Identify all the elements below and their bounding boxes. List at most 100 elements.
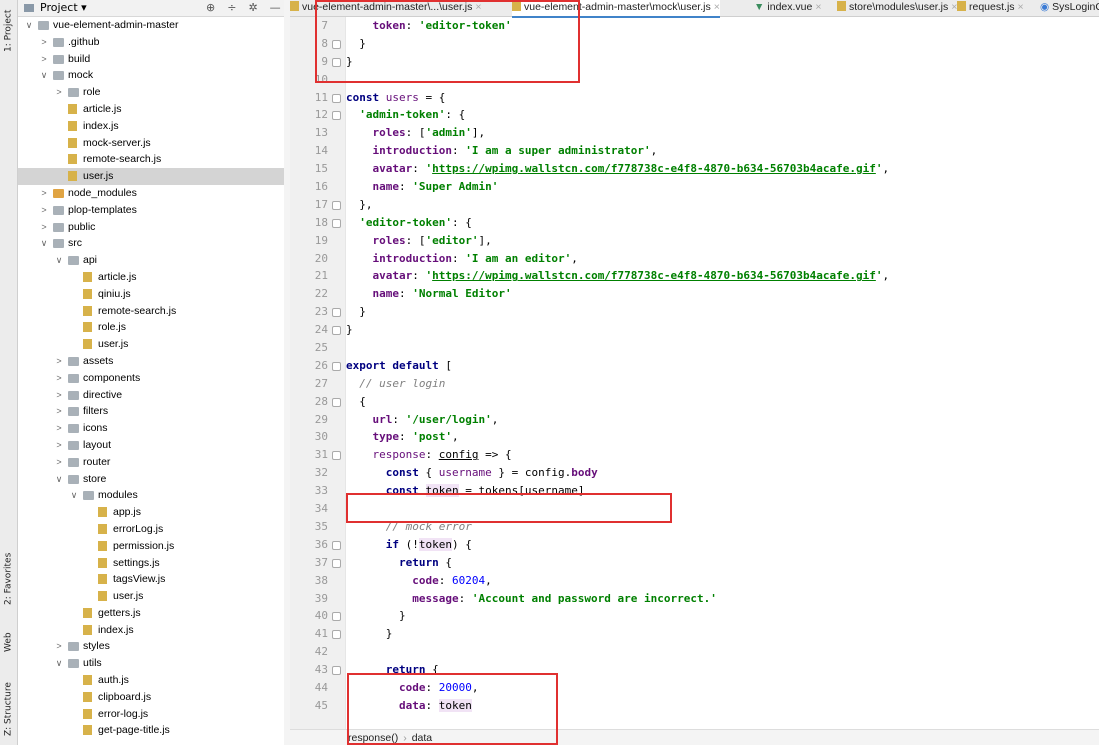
structure-tool-button[interactable]: Z: Structure	[0, 675, 17, 743]
tree-item[interactable]: article.js	[18, 269, 284, 286]
tree-item[interactable]: > directive	[18, 387, 284, 404]
tree-item[interactable]: user.js	[18, 336, 284, 353]
editor-tab[interactable]: ◉ SysLoginC	[1040, 0, 1099, 16]
tree-item[interactable]: ∨ src	[18, 235, 284, 252]
tree-item[interactable]: > styles	[18, 638, 284, 655]
fold-icon[interactable]	[332, 326, 341, 336]
fold-icon[interactable]	[332, 200, 341, 210]
tree-item[interactable]: > filters	[18, 403, 284, 420]
code-editor[interactable]: token: 'editor-token' }} const users = { …	[346, 17, 1099, 729]
tree-item[interactable]: > assets	[18, 353, 284, 370]
tree-item[interactable]: tagsView.js	[18, 571, 284, 588]
chevron-down-icon[interactable]: ∨	[39, 235, 49, 252]
chevron-right-icon[interactable]: >	[54, 454, 64, 471]
fold-icon[interactable]	[332, 93, 341, 103]
fold-icon[interactable]	[332, 630, 341, 640]
tree-item[interactable]: get-page-title.js	[18, 722, 284, 739]
tree-item[interactable]: role.js	[18, 319, 284, 336]
tree-item[interactable]: user.js	[18, 588, 284, 605]
tree-item[interactable]: errorLog.js	[18, 521, 284, 538]
tree-item[interactable]: qiniu.js	[18, 286, 284, 303]
fold-icon[interactable]	[332, 558, 341, 568]
chevron-right-icon[interactable]: >	[54, 370, 64, 387]
tree-item[interactable]: > components	[18, 370, 284, 387]
chevron-right-icon[interactable]: >	[54, 638, 64, 655]
tree-item[interactable]: permission.js	[18, 538, 284, 555]
fold-icon[interactable]	[332, 540, 341, 550]
chevron-down-icon[interactable]: ∨	[69, 487, 79, 504]
tree-item[interactable]: remote-search.js	[18, 151, 284, 168]
tree-item[interactable]: > role	[18, 84, 284, 101]
fold-icon[interactable]	[332, 612, 341, 622]
chevron-down-icon[interactable]: ∨	[54, 471, 64, 488]
tree-item[interactable]: getters.js	[18, 605, 284, 622]
fold-icon[interactable]	[332, 666, 341, 676]
chevron-right-icon[interactable]: >	[54, 403, 64, 420]
gear-icon[interactable]: ✲	[248, 0, 257, 16]
tree-item-label: clipboard.js	[98, 690, 152, 703]
chevron-right-icon[interactable]: >	[54, 84, 64, 101]
chevron-right-icon[interactable]: >	[39, 185, 49, 202]
tree-item[interactable]: ∨ modules	[18, 487, 284, 504]
fold-icon[interactable]	[332, 308, 341, 318]
tree-item[interactable]: > layout	[18, 437, 284, 454]
tree-item[interactable]: ∨ vue-element-admin-master	[18, 17, 284, 34]
tree-item[interactable]: clipboard.js	[18, 689, 284, 706]
project-view-dropdown[interactable]: Project ▾	[40, 0, 87, 16]
fold-icon[interactable]	[332, 451, 341, 461]
editor-tab[interactable]: request.js ×	[957, 0, 1024, 16]
tree-item[interactable]: ∨ utils	[18, 655, 284, 672]
editor-tab[interactable]: ▼ index.vue ×	[754, 0, 822, 16]
tree-item[interactable]: app.js	[18, 504, 284, 521]
editor-tab-label: index.vue	[767, 1, 813, 13]
tree-item[interactable]: > router	[18, 454, 284, 471]
favorites-tool-button[interactable]: 2: Favorites	[0, 545, 17, 613]
chevron-right-icon[interactable]: >	[39, 34, 49, 51]
tree-item[interactable]: remote-search.js	[18, 303, 284, 320]
tree-item[interactable]: ∨ mock	[18, 67, 284, 84]
locate-icon[interactable]: ⊕	[206, 0, 215, 16]
folder-icon	[68, 407, 79, 417]
fold-icon[interactable]	[332, 111, 341, 121]
tree-item[interactable]: index.js	[18, 118, 284, 135]
tree-item[interactable]: > .github	[18, 34, 284, 51]
tree-item[interactable]: mock-server.js	[18, 135, 284, 152]
fold-icon[interactable]	[332, 361, 341, 371]
collapse-icon[interactable]: ÷	[227, 0, 236, 16]
fold-icon[interactable]	[332, 218, 341, 228]
chevron-down-icon[interactable]: ∨	[54, 655, 64, 672]
chevron-right-icon[interactable]: >	[39, 219, 49, 236]
tree-item[interactable]: > build	[18, 51, 284, 68]
web-tool-button[interactable]: Web	[0, 622, 17, 662]
hide-icon[interactable]: —	[270, 0, 281, 16]
chevron-down-icon[interactable]: ∨	[54, 252, 64, 269]
tree-item[interactable]: auth.js	[18, 672, 284, 689]
project-tool-button[interactable]: 1: Project	[0, 2, 17, 60]
tree-item[interactable]: > public	[18, 219, 284, 236]
close-icon[interactable]: ×	[714, 1, 720, 13]
chevron-down-icon[interactable]: ∨	[24, 17, 34, 34]
editor-tab[interactable]: store\modules\user.js ×	[837, 0, 957, 16]
tree-item[interactable]: ∨ store	[18, 471, 284, 488]
tree-item[interactable]: index.js	[18, 622, 284, 639]
chevron-right-icon[interactable]: >	[54, 353, 64, 370]
fold-icon[interactable]	[332, 397, 341, 407]
tree-item[interactable]: error-log.js	[18, 706, 284, 723]
tree-item[interactable]: ∨ api	[18, 252, 284, 269]
tree-item[interactable]: user.js	[18, 168, 284, 185]
tree-item[interactable]: > plop-templates	[18, 202, 284, 219]
close-icon[interactable]: ×	[1018, 1, 1024, 13]
tree-item[interactable]: > node_modules	[18, 185, 284, 202]
chevron-right-icon[interactable]: >	[39, 202, 49, 219]
code-line: const users = {	[346, 90, 446, 104]
chevron-right-icon[interactable]: >	[39, 51, 49, 68]
close-icon[interactable]: ×	[815, 1, 821, 13]
tree-item[interactable]: article.js	[18, 101, 284, 118]
tree-item-label: assets	[83, 354, 114, 367]
chevron-right-icon[interactable]: >	[54, 437, 64, 454]
chevron-down-icon[interactable]: ∨	[39, 67, 49, 84]
chevron-right-icon[interactable]: >	[54, 387, 64, 404]
tree-item[interactable]: > icons	[18, 420, 284, 437]
chevron-right-icon[interactable]: >	[54, 420, 64, 437]
tree-item[interactable]: settings.js	[18, 555, 284, 572]
